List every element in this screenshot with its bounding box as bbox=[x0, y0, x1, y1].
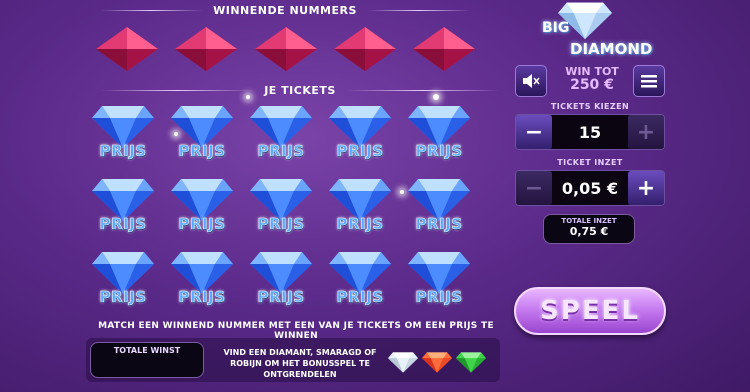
game-logo: BIG DIAMOND bbox=[540, 0, 652, 62]
menu-icon bbox=[641, 75, 657, 88]
ruby-icon bbox=[422, 350, 452, 374]
logo-text-big: BIG bbox=[542, 20, 570, 36]
ticket[interactable]: PRIJS bbox=[167, 177, 237, 241]
ticket[interactable]: PRIJS bbox=[325, 104, 395, 168]
win-tot: WIN TOT 250 € bbox=[552, 65, 632, 92]
ticket-label: PRIJS bbox=[178, 215, 226, 234]
ticket-label: PRIJS bbox=[257, 142, 305, 161]
ticket[interactable]: PRIJS bbox=[88, 104, 158, 168]
ticket[interactable]: PRIJS bbox=[246, 177, 316, 241]
ruby-icon bbox=[413, 27, 475, 71]
ticket-inzet-label: TICKET INZET bbox=[557, 158, 623, 167]
ruby-icon bbox=[96, 27, 158, 71]
ticket-label: PRIJS bbox=[336, 215, 384, 234]
speaker-muted-icon bbox=[523, 74, 540, 88]
ticket-label: PRIJS bbox=[99, 288, 147, 307]
ticket-label: PRIJS bbox=[257, 288, 305, 307]
ticket-label: PRIJS bbox=[178, 142, 226, 161]
ticket-label: PRIJS bbox=[99, 215, 147, 234]
ticket-count-stepper: − 15 + bbox=[515, 114, 665, 150]
ruby-icon bbox=[255, 27, 317, 71]
total-bet-value: 0,75 € bbox=[569, 225, 609, 238]
ticket-label: PRIJS bbox=[257, 215, 305, 234]
emerald-icon bbox=[456, 350, 486, 374]
ticket[interactable]: PRIJS bbox=[167, 104, 237, 168]
play-button[interactable]: SPEEL bbox=[514, 287, 666, 335]
ticket[interactable]: PRIJS bbox=[325, 177, 395, 241]
ticket[interactable]: PRIJS bbox=[88, 177, 158, 241]
diamond-icon bbox=[388, 350, 418, 374]
tickets-heading: JE TICKETS bbox=[100, 84, 501, 97]
ruby-icon bbox=[175, 27, 237, 71]
winning-numbers-heading: WINNENDE NUMMERS bbox=[100, 4, 470, 17]
bet-increase-button[interactable]: + bbox=[628, 171, 664, 205]
ticket-label: PRIJS bbox=[336, 142, 384, 161]
total-bet-label: TOTALE INZET bbox=[561, 217, 617, 225]
ticket[interactable]: PRIJS bbox=[325, 250, 395, 314]
tickets-decrease-button[interactable]: − bbox=[516, 115, 552, 149]
play-button-label: SPEEL bbox=[540, 296, 640, 326]
win-tot-value: 250 € bbox=[570, 77, 614, 93]
bet-stepper: − 0,05 € + bbox=[515, 170, 665, 206]
ticket[interactable]: PRIJS bbox=[404, 104, 474, 168]
ticket-label: PRIJS bbox=[415, 215, 463, 234]
ticket[interactable]: PRIJS bbox=[404, 177, 474, 241]
ticket-label: PRIJS bbox=[178, 288, 226, 307]
total-win-box: TOTALE WINST bbox=[90, 342, 204, 378]
ruby-icon bbox=[334, 27, 396, 71]
bet-decrease-button[interactable]: − bbox=[516, 171, 552, 205]
ticket[interactable]: PRIJS bbox=[246, 104, 316, 168]
tickets-kiezen-label: TICKETS KIEZEN bbox=[550, 102, 630, 111]
ticket-label: PRIJS bbox=[336, 288, 384, 307]
tickets-increase-button[interactable]: + bbox=[628, 115, 664, 149]
ticket-label: PRIJS bbox=[99, 142, 147, 161]
ticket-label: PRIJS bbox=[415, 142, 463, 161]
bonus-text: VIND EEN DIAMANT, SMARAGD OF ROBIJN OM H… bbox=[223, 348, 377, 379]
menu-button[interactable] bbox=[633, 65, 665, 97]
ticket[interactable]: PRIJS bbox=[246, 250, 316, 314]
total-win-label: TOTALE WINST bbox=[113, 346, 181, 355]
ticket-label: PRIJS bbox=[415, 288, 463, 307]
total-bet-box: TOTALE INZET 0,75 € bbox=[543, 214, 635, 244]
mute-button[interactable] bbox=[515, 65, 547, 97]
ticket-count-value: 15 bbox=[552, 115, 628, 149]
logo-text-diamond: DIAMOND bbox=[570, 40, 653, 58]
ticket[interactable]: PRIJS bbox=[167, 250, 237, 314]
bet-value: 0,05 € bbox=[552, 171, 628, 205]
ticket[interactable]: PRIJS bbox=[88, 250, 158, 314]
ticket[interactable]: PRIJS bbox=[404, 250, 474, 314]
